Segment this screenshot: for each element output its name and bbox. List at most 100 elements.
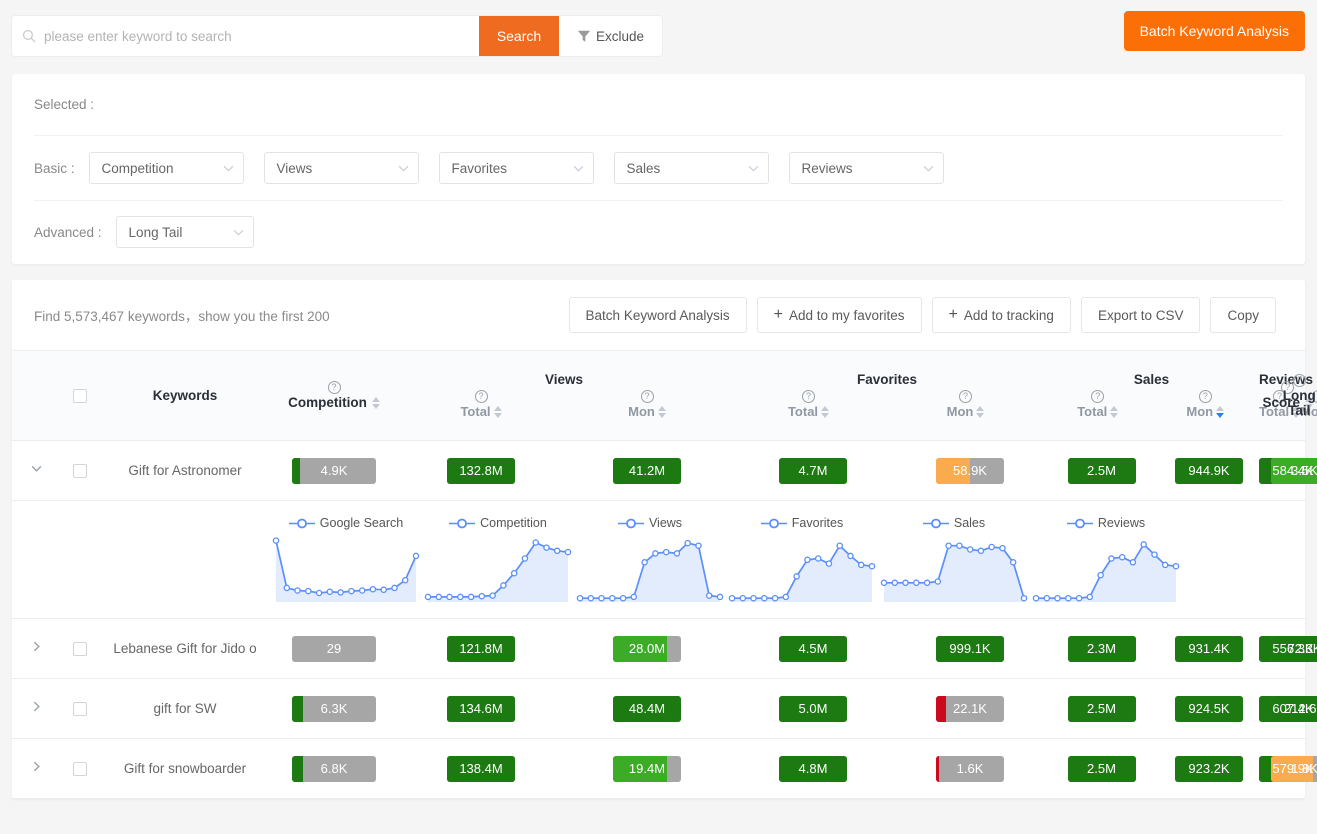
sort-favorites-total[interactable] [821, 405, 830, 418]
filter-select-long-tail[interactable]: Long Tail [115, 216, 254, 248]
views-total-badge: 121.8M [447, 635, 515, 662]
sparkline-title: Views [648, 516, 683, 530]
filter-select-favorites[interactable]: Favorites [438, 152, 594, 184]
question-icon[interactable]: ? [640, 390, 654, 403]
header-views-total-label: Total [460, 404, 491, 419]
batch-keyword-analysis-button[interactable]: Batch Keyword Analysis [568, 297, 747, 333]
keyword-cell[interactable]: Lebanese Gift for Jido o [100, 618, 270, 679]
add-to-tracking-button[interactable]: + Add to tracking [931, 297, 1071, 333]
exclude-button[interactable]: Exclude [559, 16, 662, 56]
filter-select-sales[interactable]: Sales [613, 152, 769, 184]
badge-value: 1.8K [1291, 760, 1317, 776]
header-favorites-mon-label: Mon [946, 404, 974, 419]
favorites-mon-badge: 22.1K [936, 695, 1004, 722]
table-row[interactable]: gift for SW 6.3K 134.6M 48.4M 5.0M 22.1K 2.5M 9… [12, 678, 1317, 739]
row-checkbox[interactable] [73, 642, 87, 657]
filter-select-competition[interactable]: Competition [88, 152, 244, 184]
add-to-tracking-label: Add to tracking [963, 307, 1054, 323]
badge-value: 931.4K [1188, 640, 1230, 656]
sort-favorites-mon[interactable] [976, 405, 985, 418]
badge-value: 6.8K [320, 760, 348, 776]
header-sales-total[interactable]: ? Total [1044, 390, 1152, 419]
header-keywords-label: Keywords [152, 388, 218, 403]
question-icon[interactable]: ? [474, 390, 488, 403]
row-expand-toggle[interactable] [30, 462, 43, 479]
row-checkbox[interactable] [73, 702, 87, 717]
badge-value: 999.1K [949, 640, 991, 656]
filter-select-reviews[interactable]: Reviews [788, 152, 944, 184]
reviews-total-cell: 607.4K [1259, 678, 1317, 739]
copy-button[interactable]: Copy [1210, 297, 1276, 333]
views-mon-cell: 28.0M [564, 618, 730, 679]
row-expand-toggle[interactable] [30, 640, 43, 657]
badge-value: 4.8M [798, 760, 828, 776]
row-checkbox[interactable] [73, 762, 87, 777]
badge-value: 212.6K [1283, 700, 1317, 716]
keyword-cell[interactable]: Gift for Astronomer [100, 440, 270, 501]
keyword-cell[interactable]: gift for SW [100, 678, 270, 739]
sort-sales-total[interactable] [1110, 405, 1119, 418]
sort-competition[interactable] [371, 396, 380, 409]
header-views-mon[interactable]: ? Mon [564, 390, 730, 419]
question-icon[interactable]: ? [959, 390, 972, 403]
row-expand-toggle[interactable] [30, 760, 43, 777]
sort-views-total[interactable] [493, 405, 502, 418]
badge-fill [936, 755, 939, 782]
views-total-badge: 132.8M [447, 457, 515, 484]
views-total-cell: 121.8M [398, 618, 564, 679]
results-count-text: Find 5,573,467 keywords，show you the fir… [34, 309, 330, 324]
header-favorites-total[interactable]: ? Total [730, 390, 887, 419]
row-select-cell [60, 440, 100, 501]
badge-value: 41.2M [628, 462, 666, 478]
row-expand-toggle[interactable] [30, 700, 43, 717]
batch-keyword-analysis-top-button[interactable]: Batch Keyword Analysis [1123, 11, 1305, 51]
header-views-total[interactable]: ? Total [398, 390, 564, 419]
keyword-cell[interactable]: Gift for snowboarder [100, 738, 270, 799]
reviews-total-cell: 556.3K [1259, 618, 1317, 679]
sales-mon-cell: 923.2K [1159, 738, 1259, 799]
question-icon[interactable]: ? [802, 390, 815, 403]
header-sales-mon[interactable]: ? Mon [1152, 390, 1260, 419]
export-to-csv-button[interactable]: Export to CSV [1080, 297, 1201, 333]
table-row[interactable]: Gift for Astronomer 4.9K 132.8M 41.2M 4.7M 58… [12, 440, 1317, 501]
sort-views-mon[interactable] [657, 405, 666, 418]
table-row[interactable]: Lebanese Gift for Jido o 29 121.8M 28.0M 4.5… [12, 618, 1317, 679]
badge-value: 1.6K [956, 760, 984, 776]
question-icon[interactable]: ? [1292, 373, 1306, 387]
filter-select-views[interactable]: Views [263, 152, 419, 184]
badge-value: 4.9K [320, 462, 348, 478]
header-competition-label: Competition [288, 395, 367, 410]
badge-value: 48.4M [628, 700, 666, 716]
table-row[interactable]: Gift for snowboarder 6.8K 138.4M 19.4M 4.8M 1… [12, 738, 1317, 799]
row-expander-cell [12, 678, 60, 739]
select-all-checkbox[interactable] [73, 389, 87, 404]
chevron-down-icon [923, 165, 933, 171]
header-long-tail-label: Long Tail [1282, 387, 1316, 418]
sales-mon-badge: 924.5K [1175, 695, 1243, 722]
question-icon[interactable]: ? [327, 381, 341, 394]
header-favorites-mon[interactable]: ? Mon [887, 390, 1044, 419]
competition-badge: 4.9K [292, 457, 376, 484]
add-to-favorites-button[interactable]: + Add to my favorites [756, 297, 922, 333]
question-icon[interactable]: ? [1198, 390, 1212, 403]
favorites-mon-cell: 1.6K [896, 738, 1044, 799]
row-expander-cell [12, 440, 60, 501]
badge-value: 4.5M [798, 640, 828, 656]
row-checkbox[interactable] [73, 464, 87, 479]
header-competition[interactable]: ? Competition [270, 350, 398, 441]
toolbar-actions: Batch Keyword Analysis + Add to my favor… [568, 297, 1283, 333]
search-input[interactable] [44, 16, 469, 56]
advanced-filters-row: Advanced : Long Tail [34, 201, 1283, 263]
sales-total-cell: 2.3M [1044, 618, 1159, 679]
favorites-mon-cell: 58.9K [896, 440, 1044, 501]
sparkline-charts-cell: Google Search Competition Views Favorites Sa… [270, 500, 1305, 619]
selected-filters-row: Selected : [34, 74, 1283, 136]
sparkline-legend: Favorites [726, 516, 878, 530]
badge-value: 2.3M [1087, 640, 1116, 656]
filter-select-long-tail-label: Long Tail [128, 224, 183, 240]
sort-sales-mon[interactable] [1216, 405, 1225, 418]
sparkline-legend: Competition [422, 516, 574, 530]
search-button[interactable]: Search [479, 16, 559, 56]
badge-value: 19.4M [628, 760, 666, 776]
question-icon[interactable]: ? [1091, 390, 1105, 403]
